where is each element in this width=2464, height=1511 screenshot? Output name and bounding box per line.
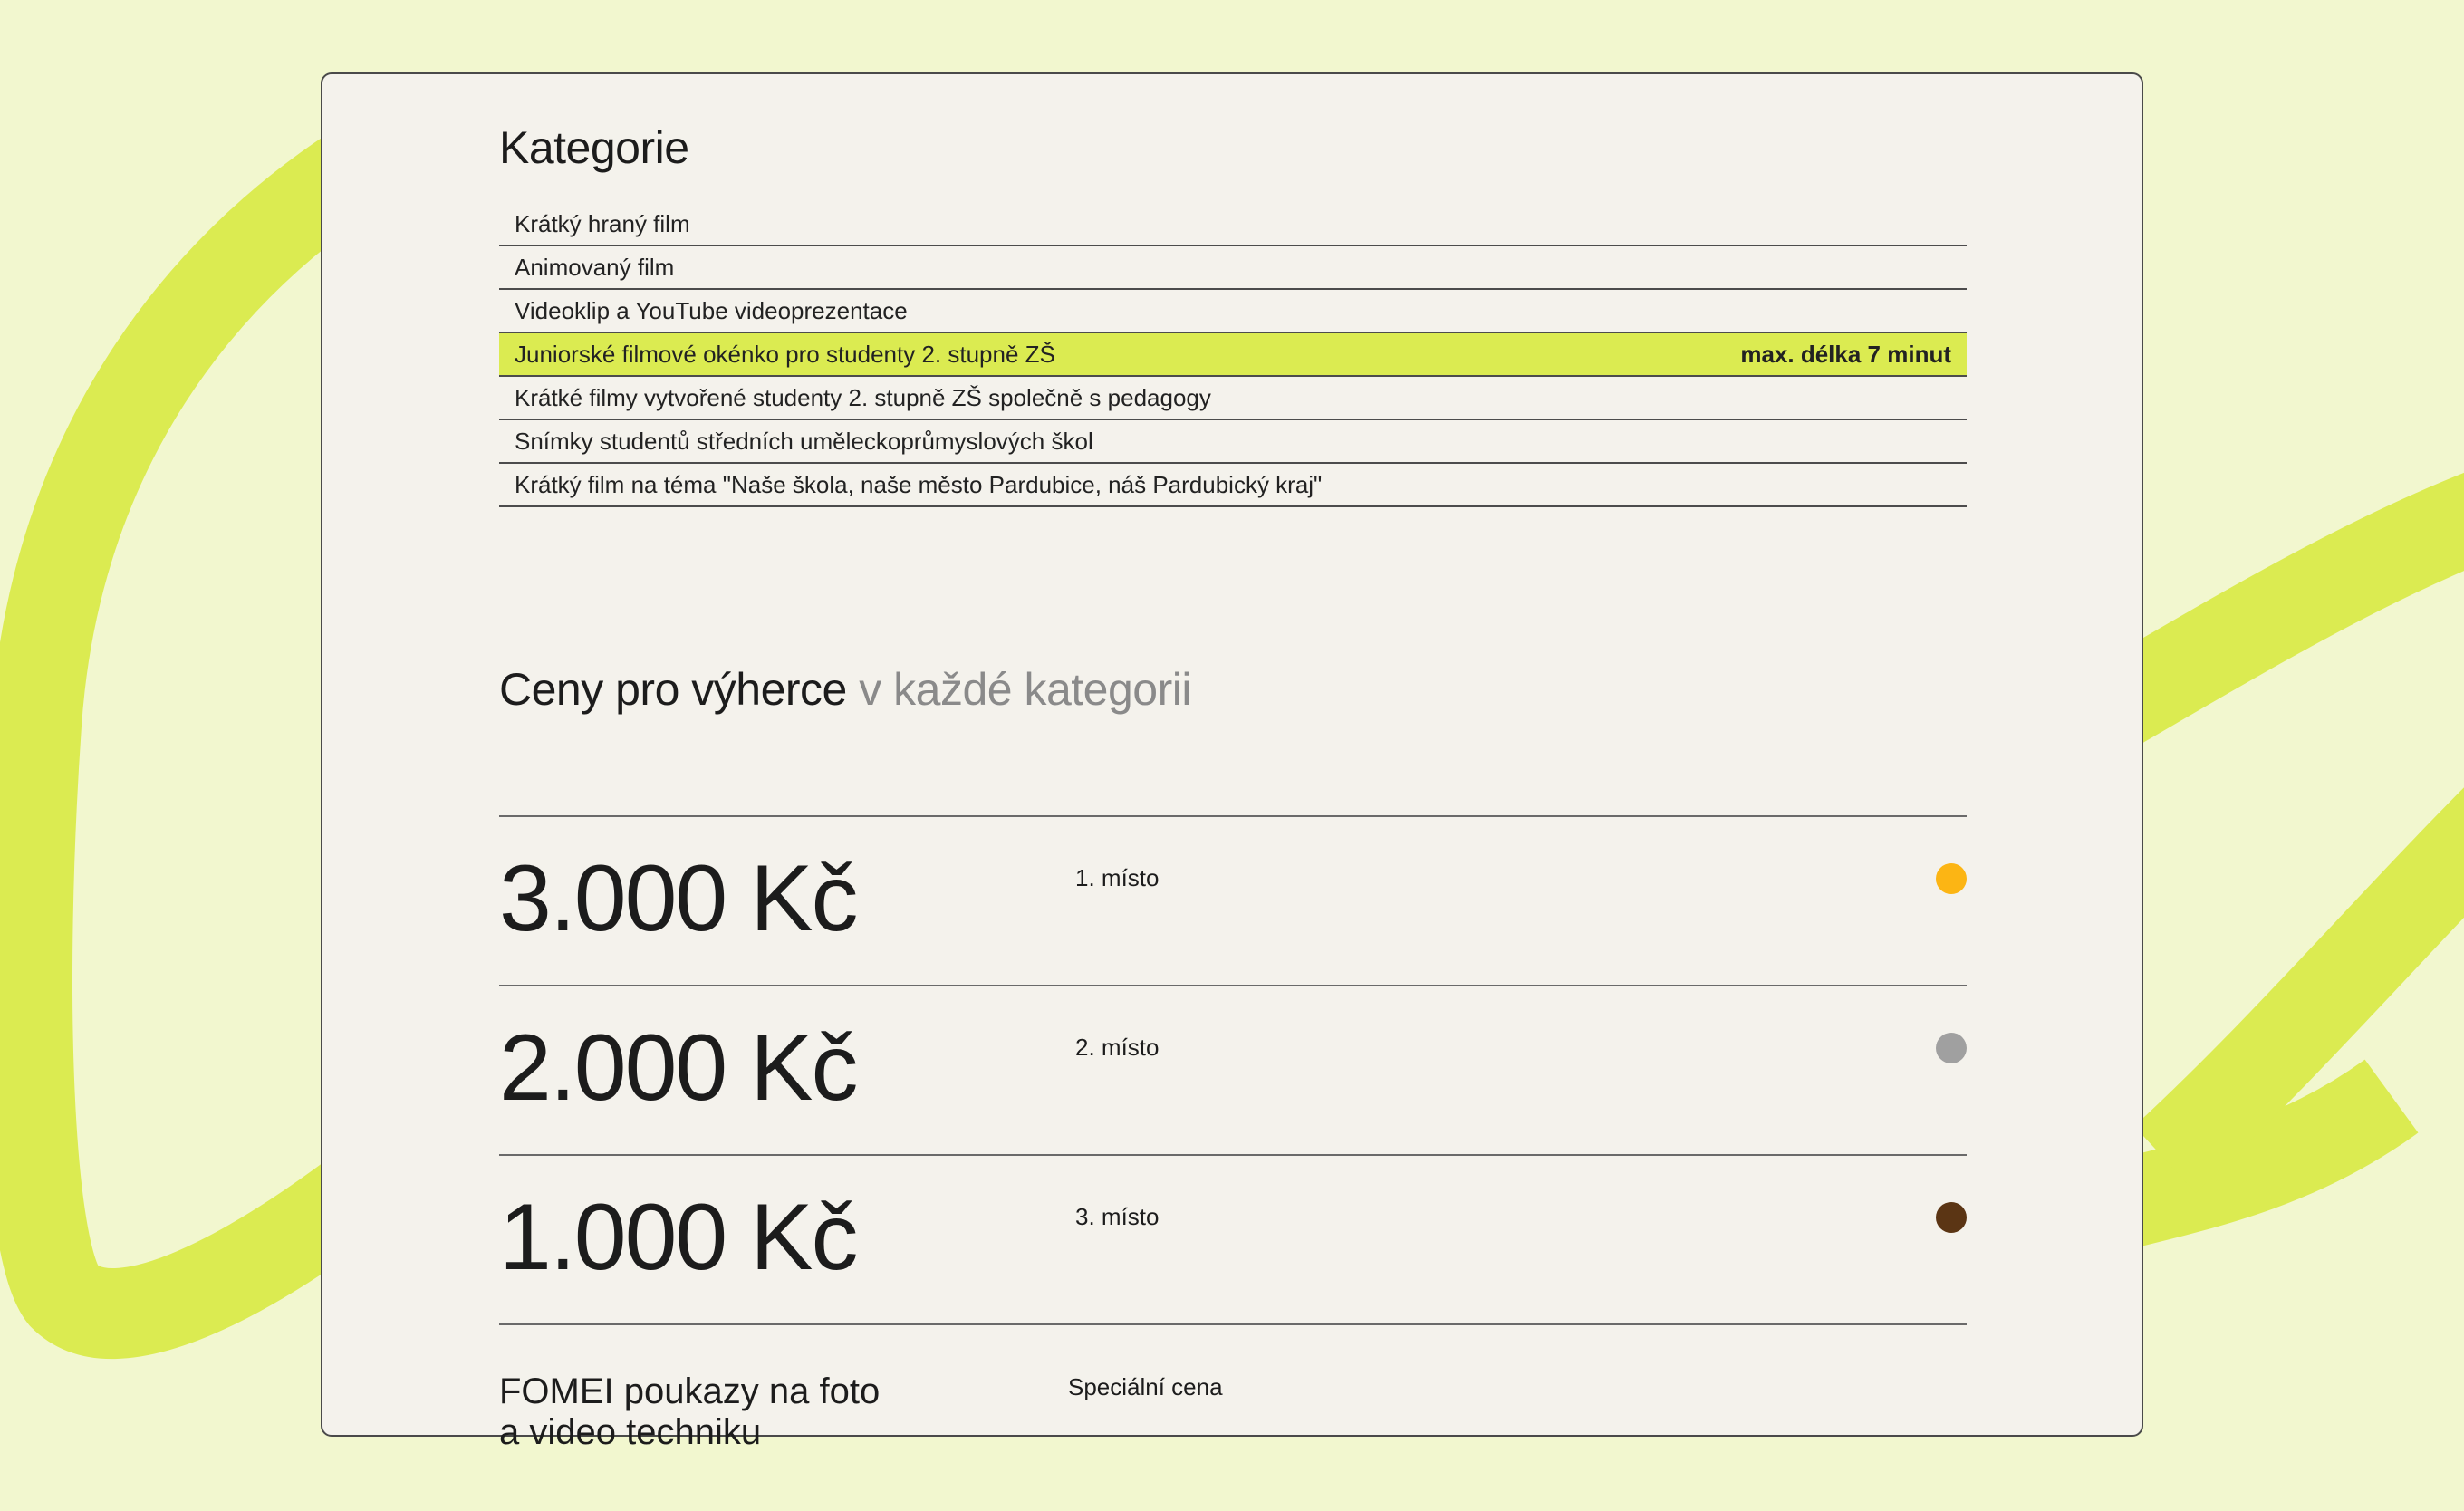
prize-place: 1. místo [1075,864,1160,891]
prize-place: 2. místo [1075,1034,1160,1061]
category-row-highlighted[interactable]: Juniorské filmové okénko pro studenty 2.… [499,333,1967,377]
prizes-title-main: Ceny pro výherce [499,664,847,715]
category-label: Krátký hraný film [515,209,690,237]
categories-title: Kategorie [499,122,689,173]
prize-amount: 3.000 Kč [499,846,859,951]
category-label: Snímky studentů středních uměleckoprůmys… [515,427,1093,455]
bronze-medal-dot-icon [1936,1202,1967,1233]
category-label: Animovaný film [515,253,675,281]
category-label: Krátký film na téma "Naše škola, naše mě… [515,470,1323,498]
prize-row-third: 1.000 Kč 3. místo [499,1156,1967,1325]
prizes-list: 3.000 Kč 1. místo 2.000 Kč 2. místo 1.00… [499,815,1967,1325]
categories-list: Krátký hraný film Animovaný film Videokl… [499,203,1967,507]
category-row[interactable]: Krátké filmy vytvořené studenty 2. stupn… [499,377,1967,420]
category-row[interactable]: Animovaný film [499,246,1967,290]
silver-medal-dot-icon [1936,1033,1967,1063]
prize-amount: 2.000 Kč [499,1015,859,1121]
special-prize-line-2: a video techniku [499,1412,762,1452]
special-prize-title: FOMEI poukazy na foto a video techniku [499,1371,1043,1453]
category-row[interactable]: Krátký hraný film [499,203,1967,246]
special-prize-label: Speciální cena [1068,1373,1223,1400]
category-label: Juniorské filmové okénko pro studenty 2.… [515,340,1055,368]
category-row[interactable]: Krátký film na téma "Naše škola, naše mě… [499,464,1967,507]
category-row[interactable]: Snímky studentů středních uměleckoprůmys… [499,420,1967,464]
category-label: Videoklip a YouTube videoprezentace [515,296,908,324]
prize-row-first: 3.000 Kč 1. místo [499,817,1967,986]
prize-place: 3. místo [1075,1203,1160,1230]
prize-row-second: 2.000 Kč 2. místo [499,986,1967,1156]
prizes-title-muted: v každé kategorii [859,664,1191,715]
gold-medal-dot-icon [1936,863,1967,894]
prizes-title: Ceny pro výherce v každé kategorii [499,663,1191,716]
prize-amount: 1.000 Kč [499,1185,859,1290]
category-row[interactable]: Videoklip a YouTube videoprezentace [499,290,1967,333]
category-label: Krátké filmy vytvořené studenty 2. stupn… [515,383,1211,411]
category-note: max. délka 7 minut [1740,340,1951,368]
special-prize-line-1: FOMEI poukazy na foto [499,1371,881,1411]
content-card: Kategorie Krátký hraný film Animovaný fi… [321,72,2143,1452]
